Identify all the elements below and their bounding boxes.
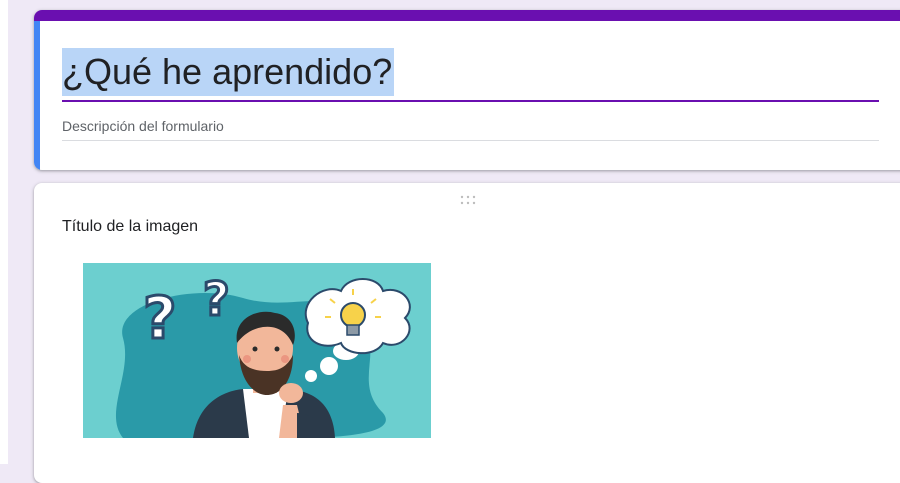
focus-indicator (34, 21, 40, 170)
svg-text:?: ? (143, 284, 177, 352)
image-title[interactable]: Título de la imagen (62, 216, 198, 238)
form-title-text[interactable]: ¿Qué he aprendido? (62, 48, 395, 96)
form-description-field[interactable]: Descripción del formulario (62, 116, 879, 141)
thinking-man-image[interactable]: ? ? (83, 263, 431, 438)
svg-text:?: ? (203, 272, 230, 326)
left-strip (0, 0, 8, 464)
drag-handle-icon[interactable] (456, 194, 480, 206)
theme-color-band (34, 10, 900, 21)
form-title-field[interactable]: ¿Qué he aprendido? (62, 48, 879, 102)
form-header-card[interactable]: ¿Qué he aprendido? Descripción del formu… (34, 10, 900, 170)
form-description-placeholder: Descripción del formulario (62, 118, 224, 134)
image-item-card[interactable]: Título de la imagen ? ? (34, 183, 900, 483)
